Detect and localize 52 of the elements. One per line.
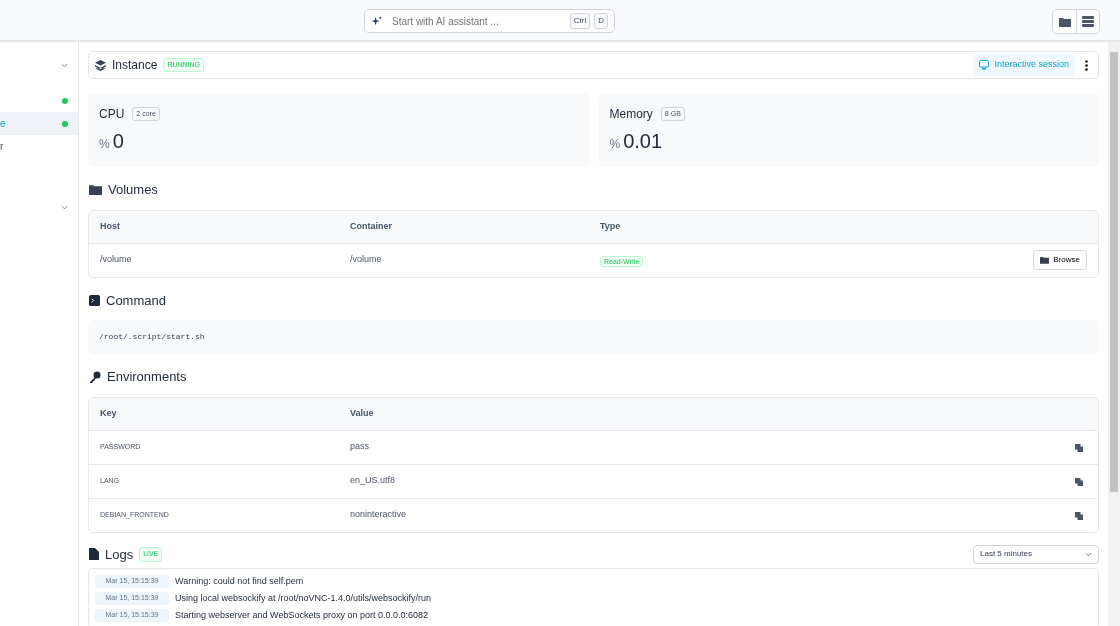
unit-label: % xyxy=(609,136,621,153)
browse-button[interactable]: Browse xyxy=(1033,250,1087,270)
key-hint: D xyxy=(594,13,608,29)
folder-icon xyxy=(89,184,102,196)
chevron-down-icon xyxy=(1085,551,1092,557)
key-hint: Ctrl xyxy=(569,13,591,29)
column-header: Host xyxy=(100,219,121,233)
file-icon xyxy=(89,548,99,561)
section-title: Instance xyxy=(112,57,158,74)
copy-icon xyxy=(1075,511,1083,520)
stat-value: 0 xyxy=(112,131,124,151)
table-cell-text: pass xyxy=(350,440,370,454)
section-title: Volumes xyxy=(108,181,158,199)
chevron-down-icon xyxy=(61,63,68,68)
log-message: Starting webserver and WebSockets proxy on port 0.0.0.0:6082 xyxy=(175,608,428,622)
table-cell-text: /volume xyxy=(100,253,133,267)
unit-label: % xyxy=(99,136,110,153)
copy-icon xyxy=(1075,443,1083,452)
section-title: Environments xyxy=(107,368,187,386)
time-range-select[interactable]: Last 5 minutes xyxy=(973,544,1099,564)
section-title: Command xyxy=(106,291,166,310)
scrollbar[interactable] xyxy=(1108,42,1120,626)
terminal-icon xyxy=(89,294,100,306)
column-header: Container xyxy=(350,219,393,233)
column-header: Key xyxy=(100,406,118,420)
sidebar-item[interactable]: r xyxy=(0,135,78,158)
monitor-icon xyxy=(979,60,990,70)
command-text: /root/.script/start.sh xyxy=(88,320,1099,354)
copy-icon xyxy=(1075,477,1083,486)
ai-search-field[interactable]: Start with AI assistant ... Ctrl D xyxy=(364,9,615,33)
table-cell-text: noninteractive xyxy=(350,508,408,522)
key-icon xyxy=(89,370,101,383)
section-title: Logs xyxy=(105,545,134,564)
folder-icon xyxy=(1058,16,1071,27)
database-icon xyxy=(1082,16,1094,27)
log-message: Warning: could not find self.pem xyxy=(175,574,304,588)
folder-icon xyxy=(1040,256,1050,264)
ai-search-input[interactable]: Start with AI assistant ... xyxy=(390,12,562,30)
table-cell-text: en_US.utf8 xyxy=(350,474,397,488)
column-header: Value xyxy=(350,406,375,420)
stat-value: 0.01 xyxy=(623,131,663,151)
sidebar-item-label: r xyxy=(0,140,4,154)
kebab-icon xyxy=(1085,60,1088,72)
column-header: Type xyxy=(600,219,622,233)
layers-icon xyxy=(95,59,106,71)
stat-label: CPU xyxy=(99,106,125,123)
stat-label: Memory xyxy=(609,106,653,123)
sparkle-icon xyxy=(371,15,382,27)
table-cell-text: /volume xyxy=(350,253,383,267)
log-message: Using local websockify at /root/noVNC-1.4.0/utils/websockify/run xyxy=(175,591,432,605)
sidebar-item-label: e xyxy=(0,117,6,131)
chevron-down-icon xyxy=(61,205,68,210)
